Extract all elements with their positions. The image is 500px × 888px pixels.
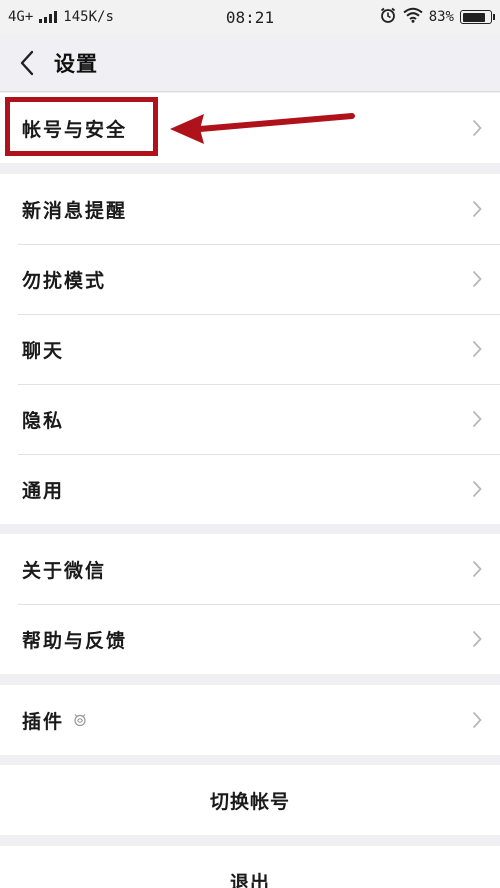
setting-label: 帐号与安全	[22, 118, 128, 141]
logout-button[interactable]: 退出	[0, 846, 500, 888]
setting-label: 新消息提醒	[22, 199, 128, 222]
chevron-right-icon	[472, 711, 482, 729]
status-bar: 4G+ 145K/s 08:21 83%	[0, 0, 500, 34]
settings-group-plugins: 插件	[0, 685, 500, 755]
setting-label: 插件	[22, 710, 65, 733]
back-button[interactable]	[0, 34, 54, 92]
setting-privacy[interactable]: 隐私	[0, 384, 500, 454]
setting-general[interactable]: 通用	[0, 454, 500, 524]
setting-do-not-disturb[interactable]: 勿扰模式	[0, 244, 500, 314]
setting-label: 隐私	[22, 409, 65, 432]
status-right: 83%	[379, 0, 495, 34]
chevron-right-icon	[472, 119, 482, 137]
page-title: 设置	[54, 51, 98, 76]
setting-help-feedback[interactable]: 帮助与反馈	[0, 604, 500, 674]
settings-group-main: 新消息提醒 勿扰模式 聊天 隐私 通用	[0, 174, 500, 524]
battery-percent: 83%	[428, 9, 454, 25]
chevron-right-icon	[472, 480, 482, 498]
chevron-right-icon	[472, 410, 482, 428]
setting-label: 关于微信	[22, 559, 107, 582]
logout-label: 退出	[229, 872, 270, 888]
wifi-icon	[403, 7, 423, 27]
chevron-left-icon	[20, 50, 34, 75]
setting-label: 勿扰模式	[22, 269, 107, 292]
switch-account-label: 切换帐号	[209, 790, 290, 813]
chevron-right-icon	[472, 340, 482, 358]
battery-fill	[462, 12, 485, 22]
chevron-right-icon	[472, 560, 482, 578]
settings-group-logout: 退出	[0, 846, 500, 888]
settings-group-about: 关于微信 帮助与反馈	[0, 534, 500, 674]
settings-group-account: 帐号与安全	[0, 93, 500, 163]
alarm-icon	[379, 6, 397, 28]
header: 设置	[0, 34, 500, 92]
battery-icon	[460, 10, 495, 24]
settings-group-switch: 切换帐号	[0, 765, 500, 835]
setting-label: 聊天	[22, 339, 65, 362]
setting-chat[interactable]: 聊天	[0, 314, 500, 384]
switch-account-button[interactable]: 切换帐号	[0, 765, 500, 835]
setting-label: 帮助与反馈	[22, 629, 128, 652]
setting-label: 通用	[22, 479, 65, 502]
chevron-right-icon	[472, 630, 482, 648]
chevron-right-icon	[472, 270, 482, 288]
plugin-status-icon	[72, 712, 88, 728]
setting-plugins[interactable]: 插件	[0, 685, 500, 755]
setting-about-wechat[interactable]: 关于微信	[0, 534, 500, 604]
setting-account-security[interactable]: 帐号与安全	[0, 93, 500, 163]
chevron-right-icon	[472, 200, 482, 218]
setting-new-message-alerts[interactable]: 新消息提醒	[0, 174, 500, 244]
